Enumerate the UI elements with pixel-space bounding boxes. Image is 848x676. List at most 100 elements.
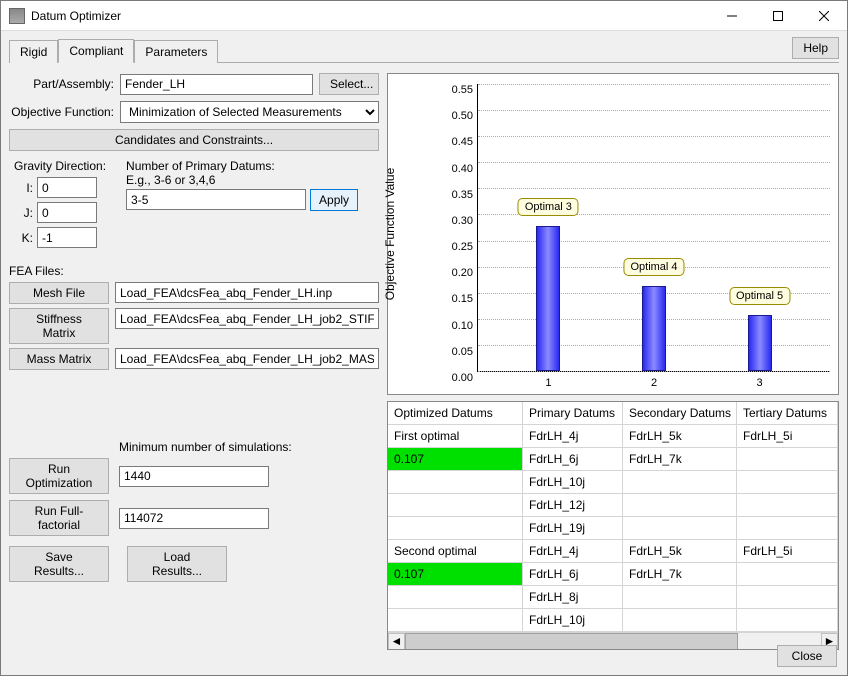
- run-optimization-input[interactable]: [119, 466, 269, 487]
- k-label: K:: [9, 231, 33, 245]
- scroll-left-icon[interactable]: ◄: [388, 633, 405, 650]
- xtick-label: 2: [651, 377, 657, 389]
- window-title: Datum Optimizer: [31, 9, 709, 23]
- table-row[interactable]: 0.107FdrLH_6jFdrLH_7k: [388, 448, 838, 471]
- left-pane: Part/Assembly: Select... Objective Funct…: [9, 73, 379, 650]
- column-header[interactable]: Optimized Datums: [388, 402, 523, 425]
- table-cell: FdrLH_8j: [523, 586, 623, 609]
- table-cell: [737, 609, 838, 632]
- table-row[interactable]: FdrLH_10j: [388, 609, 838, 632]
- table-row[interactable]: FdrLH_19j: [388, 517, 838, 540]
- select-button[interactable]: Select...: [319, 73, 379, 95]
- mass-button[interactable]: Mass Matrix: [9, 348, 109, 370]
- k-input[interactable]: [37, 227, 97, 248]
- candidates-button[interactable]: Candidates and Constraints...: [9, 129, 379, 151]
- primary-input[interactable]: [126, 189, 306, 210]
- primary-hint: E.g., 3-6 or 3,4,6: [126, 173, 358, 187]
- ytick-label: 0.00: [443, 372, 473, 384]
- callout-3: Optimal 5: [729, 287, 790, 305]
- table-cell: FdrLH_4j: [523, 425, 623, 448]
- table-cell: [623, 494, 737, 517]
- i-label: I:: [9, 181, 33, 195]
- bar-3: [748, 315, 772, 371]
- apply-button[interactable]: Apply: [310, 189, 358, 211]
- ytick-label: 0.25: [443, 241, 473, 253]
- table-cell: 0.107: [388, 448, 523, 471]
- tab-bar: RigidCompliantParameters: [9, 39, 839, 63]
- maximize-button[interactable]: [755, 1, 801, 31]
- bar-1: [536, 226, 560, 371]
- table-cell: FdrLH_5i: [737, 425, 838, 448]
- titlebar[interactable]: Datum Optimizer: [1, 1, 847, 31]
- objective-select[interactable]: Minimization of Selected Measurements: [120, 101, 379, 123]
- ytick-label: 0.15: [443, 293, 473, 305]
- callout-2: Optimal 4: [623, 258, 684, 276]
- right-pane: Objective Function Value 1Optimal 32Opti…: [387, 73, 839, 650]
- run-fullfactorial-input[interactable]: [119, 508, 269, 529]
- mass-input[interactable]: [115, 348, 379, 369]
- chart: Objective Function Value 1Optimal 32Opti…: [387, 73, 839, 395]
- horizontal-scrollbar[interactable]: ◄ ►: [388, 632, 838, 649]
- table-cell: [623, 609, 737, 632]
- table-cell: [388, 517, 523, 540]
- run-fullfactorial-button[interactable]: Run Full-factorial: [9, 500, 109, 536]
- column-header[interactable]: Secondary Datums: [623, 402, 737, 425]
- j-input[interactable]: [37, 202, 97, 223]
- column-header[interactable]: Tertiary Datums: [737, 402, 838, 425]
- table-cell: FdrLH_10j: [523, 609, 623, 632]
- table-body[interactable]: First optimalFdrLH_4jFdrLH_5kFdrLH_5i0.1…: [388, 425, 838, 632]
- table-cell: 0.107: [388, 563, 523, 586]
- table-cell: [623, 586, 737, 609]
- table-cell: FdrLH_19j: [523, 517, 623, 540]
- close-window-button[interactable]: [801, 1, 847, 31]
- ytick-label: 0.45: [443, 136, 473, 148]
- mesh-file-input[interactable]: [115, 282, 379, 303]
- tab-parameters[interactable]: Parameters: [134, 40, 218, 63]
- table-row[interactable]: 0.107FdrLH_6jFdrLH_7k: [388, 563, 838, 586]
- xtick-label: 1: [545, 377, 551, 389]
- gravity-label: Gravity Direction:: [14, 159, 106, 173]
- table-cell: [623, 471, 737, 494]
- ytick-label: 0.30: [443, 215, 473, 227]
- tab-rigid[interactable]: Rigid: [9, 40, 58, 63]
- i-input[interactable]: [37, 177, 97, 198]
- ytick-label: 0.20: [443, 267, 473, 279]
- save-results-button[interactable]: Save Results...: [9, 546, 109, 582]
- table-row[interactable]: Second optimalFdrLH_4jFdrLH_5kFdrLH_5i: [388, 540, 838, 563]
- mesh-file-button[interactable]: Mesh File: [9, 282, 109, 304]
- ytick-label: 0.40: [443, 163, 473, 175]
- app-icon: [9, 8, 25, 24]
- stiffness-input[interactable]: [115, 308, 379, 329]
- ytick-label: 0.05: [443, 346, 473, 358]
- part-input[interactable]: [120, 74, 313, 95]
- table-cell: FdrLH_6j: [523, 563, 623, 586]
- help-button[interactable]: Help: [792, 37, 839, 59]
- close-button[interactable]: Close: [777, 645, 837, 667]
- table-cell: FdrLH_12j: [523, 494, 623, 517]
- table-row[interactable]: FdrLH_10j: [388, 471, 838, 494]
- fea-label: FEA Files:: [9, 264, 379, 278]
- table-cell: [623, 517, 737, 540]
- table-row[interactable]: FdrLH_8j: [388, 586, 838, 609]
- table-cell: FdrLH_5i: [737, 540, 838, 563]
- table-cell: [737, 471, 838, 494]
- table-row[interactable]: First optimalFdrLH_4jFdrLH_5kFdrLH_5i: [388, 425, 838, 448]
- table-cell: Second optimal: [388, 540, 523, 563]
- table-cell: [737, 494, 838, 517]
- table-cell: FdrLH_5k: [623, 425, 737, 448]
- column-header[interactable]: Primary Datums: [523, 402, 623, 425]
- tab-compliant[interactable]: Compliant: [58, 39, 134, 63]
- ytick-label: 0.35: [443, 189, 473, 201]
- load-results-button[interactable]: Load Results...: [127, 546, 227, 582]
- sim-label: Minimum number of simulations:: [119, 440, 379, 454]
- run-optimization-button[interactable]: Run Optimization: [9, 458, 109, 494]
- table-cell: FdrLH_5k: [623, 540, 737, 563]
- minimize-button[interactable]: [709, 1, 755, 31]
- table-cell: FdrLH_7k: [623, 563, 737, 586]
- table-cell: [737, 563, 838, 586]
- ytick-label: 0.55: [443, 84, 473, 96]
- stiffness-button[interactable]: Stiffness Matrix: [9, 308, 109, 344]
- table-row[interactable]: FdrLH_12j: [388, 494, 838, 517]
- table-cell: First optimal: [388, 425, 523, 448]
- table-cell: [388, 471, 523, 494]
